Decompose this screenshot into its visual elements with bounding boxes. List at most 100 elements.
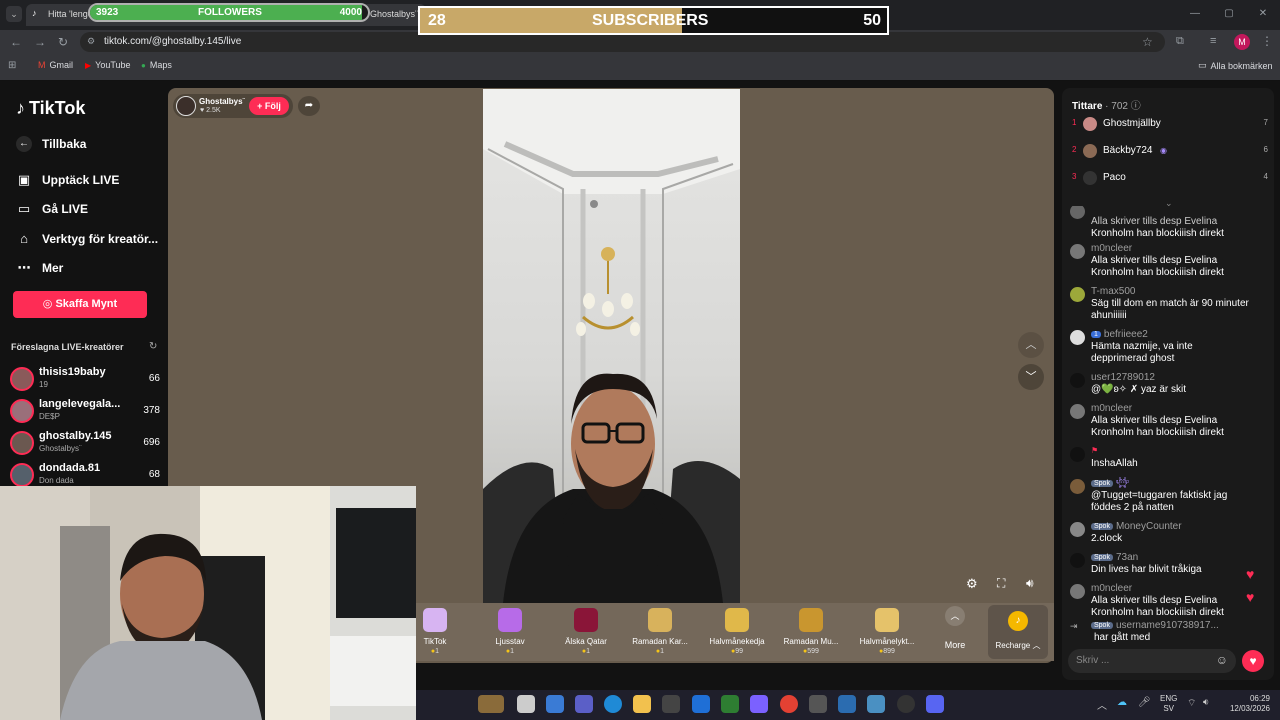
- chevron-up-icon: ︿: [945, 606, 965, 626]
- avatar: [1070, 522, 1085, 537]
- close-icon[interactable]: ✕: [1246, 0, 1280, 30]
- recharge-button[interactable]: ♪ Recharge ︿: [988, 605, 1048, 659]
- tiktok-note-icon: ♪: [16, 98, 25, 118]
- top-viewer-row[interactable]: 1 Ghostmjällby 7: [1072, 117, 1268, 134]
- chevron-down-icon[interactable]: ⌄: [1165, 198, 1173, 209]
- obs-icon[interactable]: [897, 695, 915, 713]
- site-info-icon[interactable]: ⚙: [87, 36, 95, 47]
- store-icon[interactable]: [662, 695, 680, 713]
- back-link[interactable]: ← Tillbaka: [16, 136, 86, 152]
- emoji-icon[interactable]: ☺: [1216, 653, 1228, 667]
- tab-search-icon[interactable]: ⌄: [6, 6, 22, 22]
- avatar: [1070, 287, 1085, 302]
- top-viewer-row[interactable]: 3 Paco 4: [1072, 171, 1268, 188]
- tray-chevron-icon[interactable]: ︿: [1097, 697, 1107, 712]
- all-bookmarks[interactable]: ▭ Alla bokmärken: [1198, 60, 1273, 71]
- refresh-icon[interactable]: ↻: [149, 341, 157, 352]
- microphone-icon[interactable]: 🎤︎: [1138, 697, 1151, 708]
- language-indicator[interactable]: ENG SV: [1160, 694, 1177, 714]
- forward-arrow-icon[interactable]: →: [32, 34, 48, 50]
- bookmark-maps[interactable]: ● Maps: [141, 60, 172, 70]
- gift-item[interactable]: Ramadan Mu... ●599: [776, 605, 846, 655]
- maximize-icon[interactable]: ▢: [1212, 0, 1246, 30]
- like-heart-button[interactable]: ♥: [1242, 650, 1264, 672]
- office-icon[interactable]: [750, 695, 768, 713]
- chrome-icon[interactable]: [780, 695, 798, 713]
- next-live-icon[interactable]: ﹀: [1018, 364, 1044, 390]
- flag-icon: ⚑: [1091, 446, 1099, 455]
- extensions-icon[interactable]: ⧉: [1176, 35, 1184, 48]
- avatar: [10, 399, 34, 423]
- mail-icon[interactable]: [692, 695, 710, 713]
- subscriber-badge: Spok: [1091, 480, 1113, 487]
- minimize-icon[interactable]: —: [1178, 0, 1212, 30]
- security-icon[interactable]: [721, 695, 739, 713]
- share-icon[interactable]: ➦: [298, 96, 320, 116]
- bookmark-gmail[interactable]: M Gmail: [38, 60, 73, 70]
- chat-message: Spok 👾︎ @Tugget=tuggaren faktiskt jag föd…: [1070, 478, 1266, 518]
- host-name[interactable]: Ghostalbys¨: [199, 97, 245, 106]
- gift-crescent-chain-icon: [725, 608, 749, 632]
- chat-message: Spok MoneyCounter 2.clock: [1070, 521, 1266, 549]
- profile-avatar[interactable]: M: [1234, 34, 1250, 50]
- subscriber-badge: Spok: [1091, 554, 1113, 561]
- copilot-icon[interactable]: [546, 695, 564, 713]
- file-explorer-icon[interactable]: [633, 695, 651, 713]
- sidebar-item-discover-live[interactable]: ▣ Upptäck LIVE: [16, 172, 120, 188]
- gift-item[interactable]: Halvmånekedja ●99: [702, 605, 772, 655]
- address-bar[interactable]: tiktok.com/@ghostalby.145/live: [80, 32, 1165, 52]
- chat-input[interactable]: Skriv ... ☺: [1068, 649, 1236, 673]
- browser-menu-icon[interactable]: ⋮: [1261, 34, 1273, 48]
- creator-item[interactable]: langelevegala... DE$P 378: [10, 398, 160, 426]
- previous-live-icon[interactable]: ︿: [1018, 332, 1044, 358]
- back-arrow-icon[interactable]: ←: [8, 34, 24, 50]
- gift-item[interactable]: Ramadan Kar... ●1: [625, 605, 695, 655]
- live-video[interactable]: [483, 89, 740, 603]
- edge-icon[interactable]: [604, 695, 622, 713]
- gift-item[interactable]: Ljusstav ●1: [475, 605, 545, 655]
- creator-tools-icon: ⌂: [20, 231, 28, 246]
- subscribers-current: 28: [428, 12, 446, 29]
- viewers-header[interactable]: Tittare · 702 ⓘ: [1072, 97, 1141, 112]
- bookmark-youtube[interactable]: ▶ YouTube: [85, 60, 131, 70]
- join-notice-text: har gått med: [1094, 632, 1151, 643]
- sidebar-item-go-live[interactable]: ▭ Gå LIVE: [16, 201, 88, 217]
- task-view-icon[interactable]: [517, 695, 535, 713]
- clock[interactable]: 06:29 12/03/2026: [1222, 694, 1270, 714]
- sidebar-item-more[interactable]: ⋯ Mer: [16, 260, 64, 276]
- speaker-icon[interactable]: 🔉︎: [1203, 697, 1209, 708]
- bookmark-star-icon[interactable]: ☆: [1142, 35, 1153, 49]
- reload-icon[interactable]: ↻: [55, 34, 71, 50]
- volume-icon[interactable]: 🔊︎: [1026, 576, 1034, 591]
- teams-icon[interactable]: [575, 695, 593, 713]
- gift-item[interactable]: Älska Qatar ●1: [551, 605, 621, 655]
- settings-gear-icon[interactable]: ⚙: [966, 576, 978, 592]
- get-coins-button[interactable]: ◎ Skaffa Mynt: [13, 291, 147, 318]
- avatar: [1083, 171, 1097, 185]
- follow-button[interactable]: + Följ: [249, 97, 289, 115]
- subscribers-label: SUBSCRIBERS: [592, 12, 709, 29]
- reading-list-icon[interactable]: ≡: [1210, 35, 1216, 47]
- top-viewer-row[interactable]: 2 Bäckby724 ◉ 6: [1072, 144, 1268, 161]
- app-icon[interactable]: [809, 695, 827, 713]
- gift-lightstick-icon: [498, 608, 522, 632]
- webcam-frame: [0, 486, 416, 720]
- gift-crescent-lantern-icon: [875, 608, 899, 632]
- followers-goal-bar: 3923 FOLLOWERS 4000: [88, 3, 370, 22]
- creator-item[interactable]: thisis19baby 19 66: [10, 366, 160, 394]
- discord-icon[interactable]: [926, 695, 944, 713]
- fullscreen-icon[interactable]: ⛶: [997, 576, 1005, 591]
- host-avatar[interactable]: [176, 96, 196, 116]
- app-icon[interactable]: [838, 695, 856, 713]
- wifi-icon[interactable]: ⌔: [1187, 697, 1196, 710]
- creator-item[interactable]: ghostalby.145 Ghostalbys¨ 696: [10, 430, 160, 458]
- tiktok-logo[interactable]: ♪ TikTok: [16, 98, 85, 119]
- gift-item[interactable]: Halvmånelykt... ●899: [852, 605, 922, 655]
- sidebar-item-creator-tools[interactable]: ⌂ Verktyg för kreatör...: [16, 231, 158, 246]
- widgets-icon[interactable]: [478, 695, 504, 713]
- apps-grid-icon[interactable]: ⊞: [8, 60, 16, 71]
- app-icon[interactable]: [867, 695, 885, 713]
- onedrive-icon[interactable]: ☁: [1117, 697, 1127, 708]
- followers-current: 3923: [96, 7, 119, 18]
- gifts-more-button[interactable]: ︿ More: [935, 606, 975, 650]
